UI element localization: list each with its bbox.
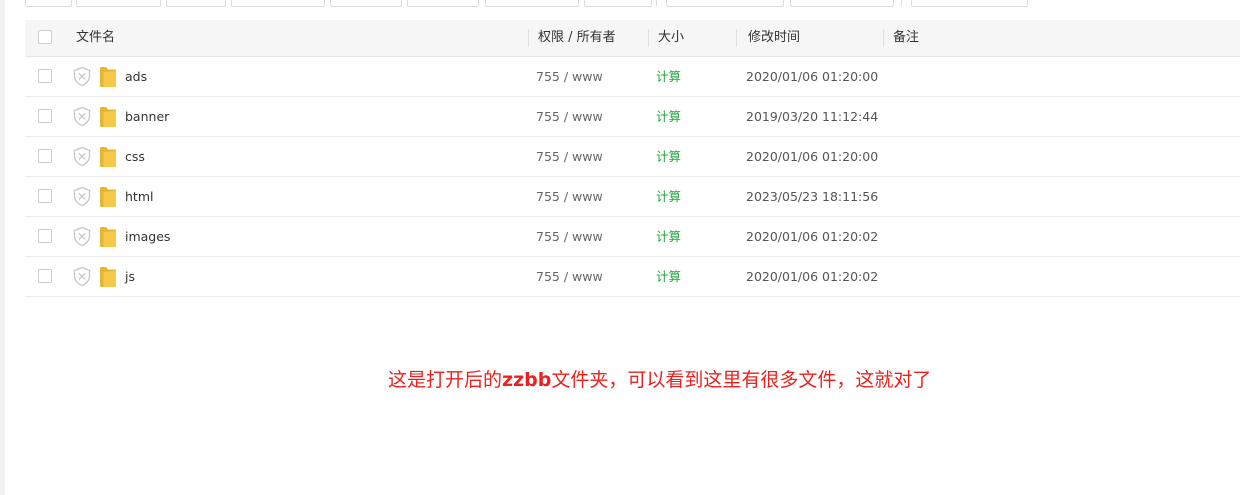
file-modified-time: 2020/01/06 01:20:00	[746, 149, 879, 164]
calculate-size-link[interactable]: 计算	[656, 137, 681, 176]
file-modified-time: 2020/01/06 01:20:02	[746, 269, 879, 284]
calculate-size-link[interactable]: 计算	[656, 177, 681, 216]
row-checkbox[interactable]	[38, 69, 52, 83]
header-permission[interactable]: 权限 / 所有者	[538, 20, 616, 56]
folder-icon	[99, 226, 117, 248]
shield-x-icon[interactable]	[72, 266, 92, 287]
header-filename[interactable]: 文件名	[76, 20, 115, 56]
table-row[interactable]: images 755 / www 计算 2020/01/06 01:20:02	[25, 217, 1240, 257]
toolbar-button[interactable]	[231, 0, 325, 7]
file-permission[interactable]: 755 / www	[536, 57, 603, 96]
file-modified-time: 2019/03/20 11:12:44	[746, 109, 879, 124]
column-separator	[528, 29, 529, 47]
annotation-text: 这是打开后的zzbb文件夹，可以看到这里有很多文件，这就对了	[388, 369, 932, 391]
file-permission[interactable]: 755 / www	[536, 217, 603, 256]
file-modified-time: 2023/05/23 18:11:56	[746, 189, 879, 204]
annotation-folder-name: zzbb	[502, 369, 552, 391]
file-modified-time: 2020/01/06 01:20:00	[746, 69, 879, 84]
shield-x-icon[interactable]	[72, 146, 92, 167]
shield-x-icon[interactable]	[72, 66, 92, 87]
table-body: ads 755 / www 计算 2020/01/06 01:20:00 banner 7…	[25, 57, 1240, 297]
folder-icon	[99, 106, 117, 128]
row-checkbox[interactable]	[38, 109, 52, 123]
file-modified-time: 2020/01/06 01:20:02	[746, 229, 879, 244]
toolbar-button[interactable]	[666, 0, 784, 7]
toolbar-button[interactable]	[407, 0, 479, 7]
table-row[interactable]: ads 755 / www 计算 2020/01/06 01:20:00	[25, 57, 1240, 97]
file-permission[interactable]: 755 / www	[536, 257, 603, 296]
folder-icon	[99, 186, 117, 208]
row-checkbox[interactable]	[38, 269, 52, 283]
file-name[interactable]: ads	[125, 57, 147, 96]
row-checkbox[interactable]	[38, 189, 52, 203]
toolbar-button[interactable]	[485, 0, 579, 7]
file-name[interactable]: css	[125, 137, 145, 176]
calculate-size-link[interactable]: 计算	[656, 217, 681, 256]
calculate-size-link[interactable]: 计算	[656, 257, 681, 296]
file-name[interactable]: html	[125, 177, 153, 216]
column-separator	[648, 29, 649, 47]
folder-icon	[99, 66, 117, 88]
row-checkbox[interactable]	[38, 229, 52, 243]
select-all-checkbox[interactable]	[38, 30, 52, 44]
toolbar-button[interactable]	[76, 0, 161, 7]
toolbar-button[interactable]	[166, 0, 226, 7]
header-modified-time[interactable]: 修改时间	[748, 20, 800, 56]
shield-x-icon[interactable]	[72, 106, 92, 127]
left-panel-edge	[0, 0, 5, 495]
table-row[interactable]: banner 755 / www 计算 2019/03/20 11:12:44	[25, 97, 1240, 137]
table-row[interactable]: css 755 / www 计算 2020/01/06 01:20:00	[25, 137, 1240, 177]
toolbar-separator	[901, 0, 902, 6]
file-name[interactable]: banner	[125, 97, 169, 136]
table-row[interactable]: html 755 / www 计算 2023/05/23 18:11:56	[25, 177, 1240, 217]
file-permission[interactable]: 755 / www	[536, 137, 603, 176]
shield-x-icon[interactable]	[72, 186, 92, 207]
table-header: 文件名 权限 / 所有者 大小 修改时间 备注	[25, 20, 1240, 57]
column-separator	[883, 29, 884, 47]
file-permission[interactable]: 755 / www	[536, 177, 603, 216]
toolbar-button[interactable]	[25, 0, 72, 7]
table-row[interactable]: js 755 / www 计算 2020/01/06 01:20:02	[25, 257, 1240, 297]
toolbar-button[interactable]	[911, 0, 1028, 7]
file-permission[interactable]: 755 / www	[536, 97, 603, 136]
toolbar-button[interactable]	[790, 0, 894, 7]
shield-x-icon[interactable]	[72, 226, 92, 247]
row-checkbox[interactable]	[38, 149, 52, 163]
toolbar	[0, 0, 1240, 8]
header-size[interactable]: 大小	[658, 20, 684, 56]
folder-icon	[99, 266, 117, 288]
file-table: 文件名 权限 / 所有者 大小 修改时间 备注 ads 755 / www 计算 20…	[25, 20, 1240, 297]
calculate-size-link[interactable]: 计算	[656, 57, 681, 96]
column-separator	[736, 29, 737, 47]
toolbar-button[interactable]	[584, 0, 652, 7]
toolbar-separator	[656, 0, 657, 6]
file-name[interactable]: js	[125, 257, 135, 296]
toolbar-button[interactable]	[330, 0, 402, 7]
calculate-size-link[interactable]: 计算	[656, 97, 681, 136]
file-name[interactable]: images	[125, 217, 170, 256]
header-note: 备注	[893, 30, 920, 45]
folder-icon	[99, 146, 117, 168]
